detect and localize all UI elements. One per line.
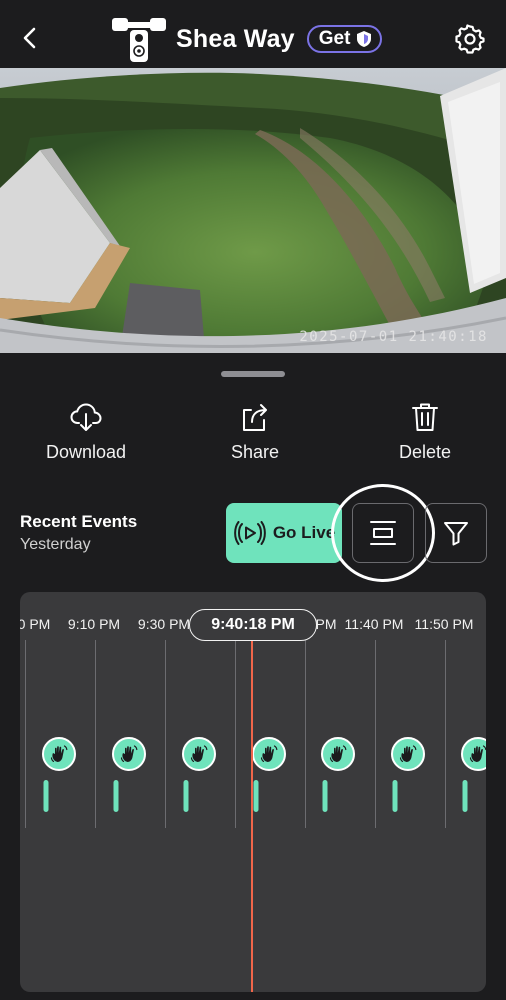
clip-actions: Download Share Delete — [0, 400, 506, 470]
filter-funnel-icon — [444, 522, 468, 546]
motion-event-marker[interactable] — [42, 737, 76, 771]
share-label: Share — [230, 442, 280, 462]
floodlight-camera-icon — [112, 18, 166, 62]
motion-hand-icon — [399, 745, 417, 762]
trash-icon — [412, 403, 438, 431]
timeline-tick-label: 9:10 PM — [67, 616, 121, 632]
event-duration-bar — [113, 780, 119, 812]
event-duration-bar — [462, 780, 468, 812]
timeline-tick-label: 9:30 PM — [137, 616, 191, 632]
device-title: Shea Way — [176, 24, 295, 53]
timeline-gridline — [305, 640, 306, 828]
get-plan-label: Get — [318, 28, 351, 49]
event-duration-bar — [392, 780, 398, 812]
timeline-layout-icon — [370, 521, 396, 545]
delete-button[interactable]: Delete — [360, 400, 490, 470]
timeline-tick-label: 0 PM — [20, 616, 51, 632]
events-timeline[interactable]: 0 PM 9:10 PM 9:30 PM PM 11:40 PM 11:50 P… — [20, 592, 486, 992]
settings-button[interactable] — [455, 24, 485, 54]
timeline-view-toggle-button[interactable] — [352, 503, 414, 563]
timeline-gridline — [165, 640, 166, 828]
timeline-tick-label: 11:50 PM — [414, 616, 474, 632]
motion-hand-icon — [50, 745, 68, 762]
live-broadcast-icon — [233, 521, 266, 545]
sheet-drag-handle[interactable] — [221, 371, 285, 377]
back-button[interactable] — [14, 22, 46, 54]
delete-label: Delete — [398, 442, 452, 462]
event-duration-bar — [322, 780, 328, 812]
timeline-playhead[interactable] — [251, 634, 253, 992]
chevron-left-icon — [23, 27, 36, 49]
timeline-tick-label: 11:40 PM — [344, 616, 404, 632]
shield-icon — [357, 31, 372, 47]
current-time-pill: 9:40:18 PM — [189, 609, 317, 641]
event-duration-bar — [183, 780, 189, 812]
go-live-button[interactable]: Go Live — [226, 503, 342, 563]
recent-events-title: Recent Events — [20, 512, 138, 531]
cloud-download-icon — [70, 403, 102, 431]
share-button[interactable]: Share — [190, 400, 320, 470]
motion-event-marker[interactable] — [182, 737, 216, 771]
motion-hand-icon — [329, 745, 347, 762]
motion-event-marker[interactable] — [112, 737, 146, 771]
camera-timestamp: 2025-07-01 21:40:18 — [299, 329, 488, 345]
gear-icon — [455, 24, 485, 54]
timeline-tick-label: PM — [315, 616, 337, 632]
filter-button[interactable] — [425, 503, 487, 563]
download-label: Download — [45, 442, 127, 462]
download-button[interactable]: Download — [21, 400, 151, 470]
top-bar: Shea Way Get — [0, 0, 506, 68]
recent-events-date: Yesterday — [20, 536, 91, 553]
motion-hand-icon — [469, 745, 486, 762]
camera-frame-image — [0, 68, 506, 353]
device-title-group: Shea Way Get — [110, 14, 383, 64]
go-live-label: Go Live — [272, 523, 336, 542]
camera-feed[interactable]: 2025-07-01 21:40:18 — [0, 68, 506, 353]
motion-event-marker[interactable] — [461, 737, 486, 771]
share-icon — [243, 404, 267, 431]
timeline-gridline — [445, 640, 446, 828]
timeline-gridline — [25, 640, 26, 828]
motion-hand-icon — [260, 745, 278, 762]
motion-hand-icon — [190, 745, 208, 762]
motion-hand-icon — [120, 745, 138, 762]
motion-event-marker[interactable] — [252, 737, 286, 771]
event-duration-bar — [43, 780, 49, 812]
recent-events-header: Recent Events Yesterday — [20, 512, 137, 554]
motion-event-marker[interactable] — [321, 737, 355, 771]
timeline-gridline — [95, 640, 96, 828]
timeline-gridline — [375, 640, 376, 828]
current-time-label: 9:40:18 PM — [211, 616, 295, 633]
timeline-gridline — [235, 640, 236, 828]
event-duration-bar — [253, 780, 259, 812]
motion-event-marker[interactable] — [391, 737, 425, 771]
get-plan-button[interactable]: Get — [306, 25, 383, 53]
